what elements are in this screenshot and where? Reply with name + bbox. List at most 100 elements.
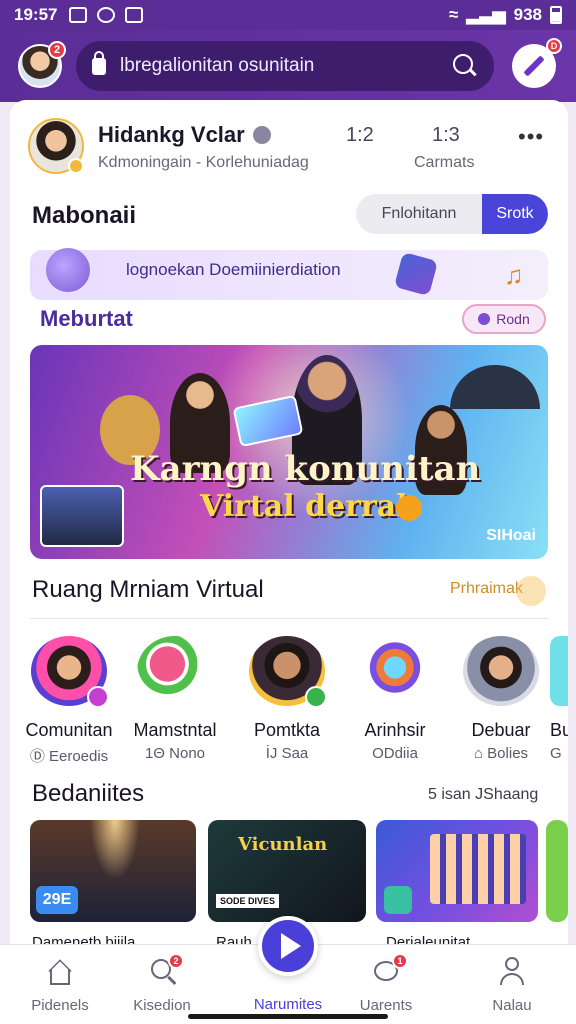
nav-search[interactable]: 2 Kisedion — [112, 953, 212, 1014]
nav-label: Nalau — [492, 997, 532, 1014]
check-badge-icon — [305, 686, 327, 708]
notification-icon — [69, 7, 88, 23]
nav-label: Pidenels — [31, 997, 89, 1014]
room-thumbnail — [31, 636, 109, 708]
room-sub: 1Θ Nono — [144, 745, 206, 762]
user-avatar[interactable]: 2 — [18, 41, 66, 88]
stat-two-label: Carmats — [414, 154, 475, 171]
segment-option-1[interactable]: Fnlohitann — [356, 194, 482, 234]
status-bar: 19:57 ≈ ▂▃▅ 938 — [0, 0, 576, 30]
stat-one: 1:2 — [346, 124, 374, 146]
rooms-carousel: Comunitan Ⓓ Eeroedis Mamstntal 1Θ Nono P… — [10, 636, 568, 766]
verified-icon — [252, 126, 271, 144]
hero-banner[interactable]: Karngn konunitan Virtal derral SIHoai — [30, 345, 548, 559]
heart-badge-icon — [87, 686, 109, 708]
avatar-badge: 2 — [48, 41, 66, 59]
app-header: 2 lbregalionitan osunitain D — [0, 30, 576, 102]
banner-title-line2: Virtal derral — [200, 489, 408, 524]
pill-button[interactable]: Rodn — [462, 304, 546, 334]
nav-center-label[interactable]: Narumites — [232, 996, 344, 1013]
activities-see-all-link[interactable]: 5 isan JShaang — [428, 786, 538, 804]
profile-subtitle: Kdmoningain - Korlehuniadag — [98, 154, 309, 171]
room-thumbnail — [357, 636, 433, 706]
play-fab-button[interactable] — [258, 916, 318, 976]
room-item[interactable]: Mamstntal 1Θ Nono — [120, 636, 230, 762]
home-indicator — [188, 1014, 388, 1019]
banner-thumbnail[interactable] — [40, 485, 124, 547]
status-time: 19:57 — [14, 5, 58, 24]
room-item[interactable]: Pomtkta İJ Saa — [232, 636, 342, 762]
promo-strip[interactable]: lognoekan Doemiinierdiation — [30, 248, 548, 300]
room-label: Arinhsir — [364, 720, 426, 740]
pill-icon — [478, 313, 491, 325]
profile-header[interactable]: Hidankg Vclar Kdmoningain - Korlehuniada… — [28, 118, 550, 180]
rooms-section-title: Ruang Mrniam Virtual — [32, 576, 264, 603]
tile-overlay-sub: SODE DIVES — [216, 894, 280, 908]
room-label: Comunitan — [25, 720, 113, 740]
rooms-see-all-link[interactable]: Prhraimak — [450, 576, 546, 606]
clock-icon — [97, 7, 116, 23]
nav-home[interactable]: Pidenels — [10, 957, 110, 1014]
more-icon[interactable]: ••• — [518, 124, 544, 150]
room-sub: İJ Saa — [265, 745, 309, 762]
lock-icon — [92, 50, 106, 75]
grid-graphic — [430, 834, 526, 904]
message-icon — [125, 7, 144, 23]
nav-label: Uarents — [359, 997, 413, 1014]
nav-profile[interactable]: Nalau — [462, 957, 562, 1014]
promo-text: lognoekan Doemiinierdiation — [126, 260, 341, 279]
edit-badge: D — [546, 38, 562, 54]
profile-name: Hidankg Vclar — [98, 122, 245, 147]
room-sub: ⌂ Bolies — [473, 745, 529, 762]
activity-tile[interactable] — [376, 820, 538, 922]
room-label: Bu — [550, 720, 568, 740]
nav-chat-badge: 1 — [392, 953, 408, 969]
room-item[interactable]: Arinhsir ODdiia — [340, 636, 450, 762]
music-note-icon: ♫ — [504, 260, 524, 290]
activity-tile[interactable]: 29E — [30, 820, 196, 922]
user-icon — [497, 957, 527, 987]
mascot-icon — [46, 248, 90, 292]
online-dot — [68, 158, 84, 174]
profile-avatar[interactable] — [28, 118, 84, 174]
search-bar[interactable]: lbregalionitan osunitain — [76, 41, 494, 91]
battery-icon — [550, 6, 562, 24]
pill-label: Rodn — [496, 311, 530, 327]
room-item[interactable]: Debuar ⌂ Bolies — [446, 636, 556, 762]
room-sub: Ⓓ Eeroedis — [29, 748, 109, 765]
room-thumbnail — [137, 636, 213, 706]
wifi-icon: ≈ — [449, 5, 459, 24]
segment-option-2[interactable]: Srotk — [482, 194, 548, 234]
room-thumbnail — [550, 636, 568, 706]
segment-control: Fnlohitann Srotk — [356, 194, 548, 234]
room-thumbnail — [249, 636, 327, 708]
activity-tile[interactable]: Vicunlan SODE DIVES — [208, 820, 366, 922]
nav-chat[interactable]: 1 Uarents — [336, 953, 436, 1014]
edit-button[interactable]: D — [512, 38, 562, 88]
room-label: Pomtkta — [253, 720, 321, 740]
room-sub: ODdiia — [372, 745, 418, 762]
room-item[interactable]: Comunitan Ⓓ Eeroedis — [14, 636, 124, 766]
nav-label: Kisedion — [133, 997, 191, 1014]
room-thumbnail — [463, 636, 539, 706]
sub-brand: Meburtat — [40, 306, 133, 331]
room-label: Mamstntal — [133, 720, 217, 740]
play-icon — [281, 933, 301, 959]
spotlight-graphic — [90, 820, 140, 880]
main-content: Hidankg Vclar Kdmoningain - Korlehuniada… — [10, 100, 568, 960]
ticket-icon — [393, 251, 439, 297]
search-icon[interactable] — [452, 53, 478, 79]
search-placeholder: lbregalionitan osunitain — [120, 55, 315, 76]
activity-tile[interactable] — [546, 820, 568, 922]
pen-icon — [523, 55, 545, 77]
room-sub: G — [550, 745, 562, 762]
signal-icon: ▂▃▅ — [466, 5, 506, 24]
battery-percent: 938 — [513, 5, 542, 24]
room-item[interactable]: Bu G — [550, 636, 568, 762]
activities-section-title: Bedaniites — [32, 780, 145, 807]
sun-icon — [396, 495, 422, 521]
featured-title: Mabonaii — [32, 202, 137, 229]
nav-search-badge: 2 — [168, 953, 184, 969]
banner-title-line1: Karngn konunitan — [130, 449, 481, 489]
home-icon — [45, 957, 75, 987]
